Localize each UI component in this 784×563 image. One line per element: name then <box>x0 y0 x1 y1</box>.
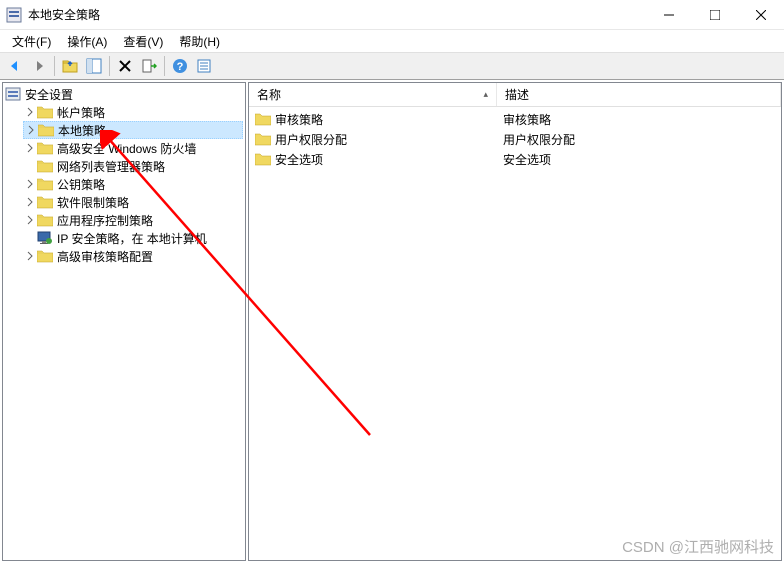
expander-icon[interactable] <box>23 105 37 119</box>
folder-icon <box>37 194 53 210</box>
folder-icon <box>37 140 53 156</box>
expander-icon[interactable] <box>23 141 37 155</box>
monitor-icon <box>37 230 53 246</box>
toolbar-separator <box>164 56 165 76</box>
list-row[interactable]: 安全选项安全选项 <box>249 149 781 169</box>
list-panel[interactable]: 名称 ▴ 描述 审核策略审核策略用户权限分配用户权限分配安全选项安全选项 <box>248 82 782 561</box>
list-cell-name: 审核策略 <box>249 111 497 128</box>
window-title: 本地安全策略 <box>28 6 646 23</box>
tree-item[interactable]: 网络列表管理器策略 <box>23 157 243 175</box>
help-button[interactable]: ? <box>169 55 191 77</box>
folder-icon <box>37 176 53 192</box>
tree-item-label: 本地策略 <box>58 122 106 139</box>
folder-icon <box>255 112 271 126</box>
menu-view[interactable]: 查看(V) <box>115 31 171 52</box>
list-row[interactable]: 用户权限分配用户权限分配 <box>249 129 781 149</box>
tree-item[interactable]: 软件限制策略 <box>23 193 243 211</box>
menu-action[interactable]: 操作(A) <box>59 31 115 52</box>
menu-bar: 文件(F) 操作(A) 查看(V) 帮助(H) <box>0 30 784 52</box>
list-cell-desc: 审核策略 <box>497 111 781 128</box>
tree-item[interactable]: 应用程序控制策略 <box>23 211 243 229</box>
app-icon <box>6 7 22 23</box>
content-area: 安全设置 帐户策略本地策略高级安全 Windows 防火墙网络列表管理器策略公钥… <box>0 80 784 563</box>
close-button[interactable] <box>738 0 784 29</box>
expander-icon[interactable] <box>24 123 38 137</box>
tree-item[interactable]: 帐户策略 <box>23 103 243 121</box>
list-cell-desc: 安全选项 <box>497 151 781 168</box>
tree-item-label: 帐户策略 <box>57 104 105 121</box>
folder-icon <box>255 132 271 146</box>
sort-indicator-icon: ▴ <box>483 89 488 100</box>
up-folder-button[interactable] <box>59 55 81 77</box>
menu-help[interactable]: 帮助(H) <box>171 31 228 52</box>
forward-button[interactable] <box>28 55 50 77</box>
tree-item-label: IP 安全策略，在 本地计算机 <box>57 230 207 247</box>
expander-icon[interactable] <box>23 177 37 191</box>
back-button[interactable] <box>4 55 26 77</box>
tree-item-label: 网络列表管理器策略 <box>57 158 165 175</box>
column-description[interactable]: 描述 <box>497 83 781 106</box>
list-row[interactable]: 审核策略审核策略 <box>249 109 781 129</box>
tree-item-label: 高级安全 Windows 防火墙 <box>57 140 196 157</box>
tree-root-node[interactable]: 安全设置 <box>5 85 243 103</box>
expander-icon[interactable] <box>23 195 37 209</box>
folder-icon <box>38 122 54 138</box>
window-controls <box>646 0 784 29</box>
toolbar: ? <box>0 52 784 80</box>
toolbar-separator <box>54 56 55 76</box>
tree-item[interactable]: 公钥策略 <box>23 175 243 193</box>
list-header: 名称 ▴ 描述 <box>249 83 781 107</box>
folder-icon <box>37 248 53 264</box>
tree-panel[interactable]: 安全设置 帐户策略本地策略高级安全 Windows 防火墙网络列表管理器策略公钥… <box>2 82 246 561</box>
tree-item[interactable]: 高级安全 Windows 防火墙 <box>23 139 243 157</box>
svg-text:?: ? <box>177 61 184 73</box>
folder-icon <box>37 212 53 228</box>
export-button[interactable] <box>138 55 160 77</box>
expander-icon <box>23 159 37 173</box>
list-cell-name: 用户权限分配 <box>249 131 497 148</box>
minimize-button[interactable] <box>646 0 692 29</box>
list-cell-desc: 用户权限分配 <box>497 131 781 148</box>
tree-item-label: 应用程序控制策略 <box>57 212 153 229</box>
tree-item[interactable]: 本地策略 <box>23 121 243 139</box>
delete-button[interactable] <box>114 55 136 77</box>
column-name[interactable]: 名称 ▴ <box>249 83 497 106</box>
folder-icon <box>37 104 53 120</box>
folder-icon <box>255 152 271 166</box>
title-bar: 本地安全策略 <box>0 0 784 30</box>
menu-file[interactable]: 文件(F) <box>4 31 59 52</box>
tree-item-label: 高级审核策略配置 <box>57 248 153 265</box>
tree-root-label: 安全设置 <box>25 86 73 103</box>
tree-item-label: 软件限制策略 <box>57 194 129 211</box>
list-cell-name: 安全选项 <box>249 151 497 168</box>
expander-icon[interactable] <box>23 249 37 263</box>
expander-icon[interactable] <box>23 213 37 227</box>
expander-icon <box>23 231 37 245</box>
folder-icon <box>37 158 53 174</box>
properties-button[interactable] <box>193 55 215 77</box>
tree-item[interactable]: IP 安全策略，在 本地计算机 <box>23 229 243 247</box>
show-hide-tree-button[interactable] <box>83 55 105 77</box>
tree-item-label: 公钥策略 <box>57 176 105 193</box>
security-root-icon <box>5 86 21 102</box>
tree-item[interactable]: 高级审核策略配置 <box>23 247 243 265</box>
maximize-button[interactable] <box>692 0 738 29</box>
toolbar-separator <box>109 56 110 76</box>
